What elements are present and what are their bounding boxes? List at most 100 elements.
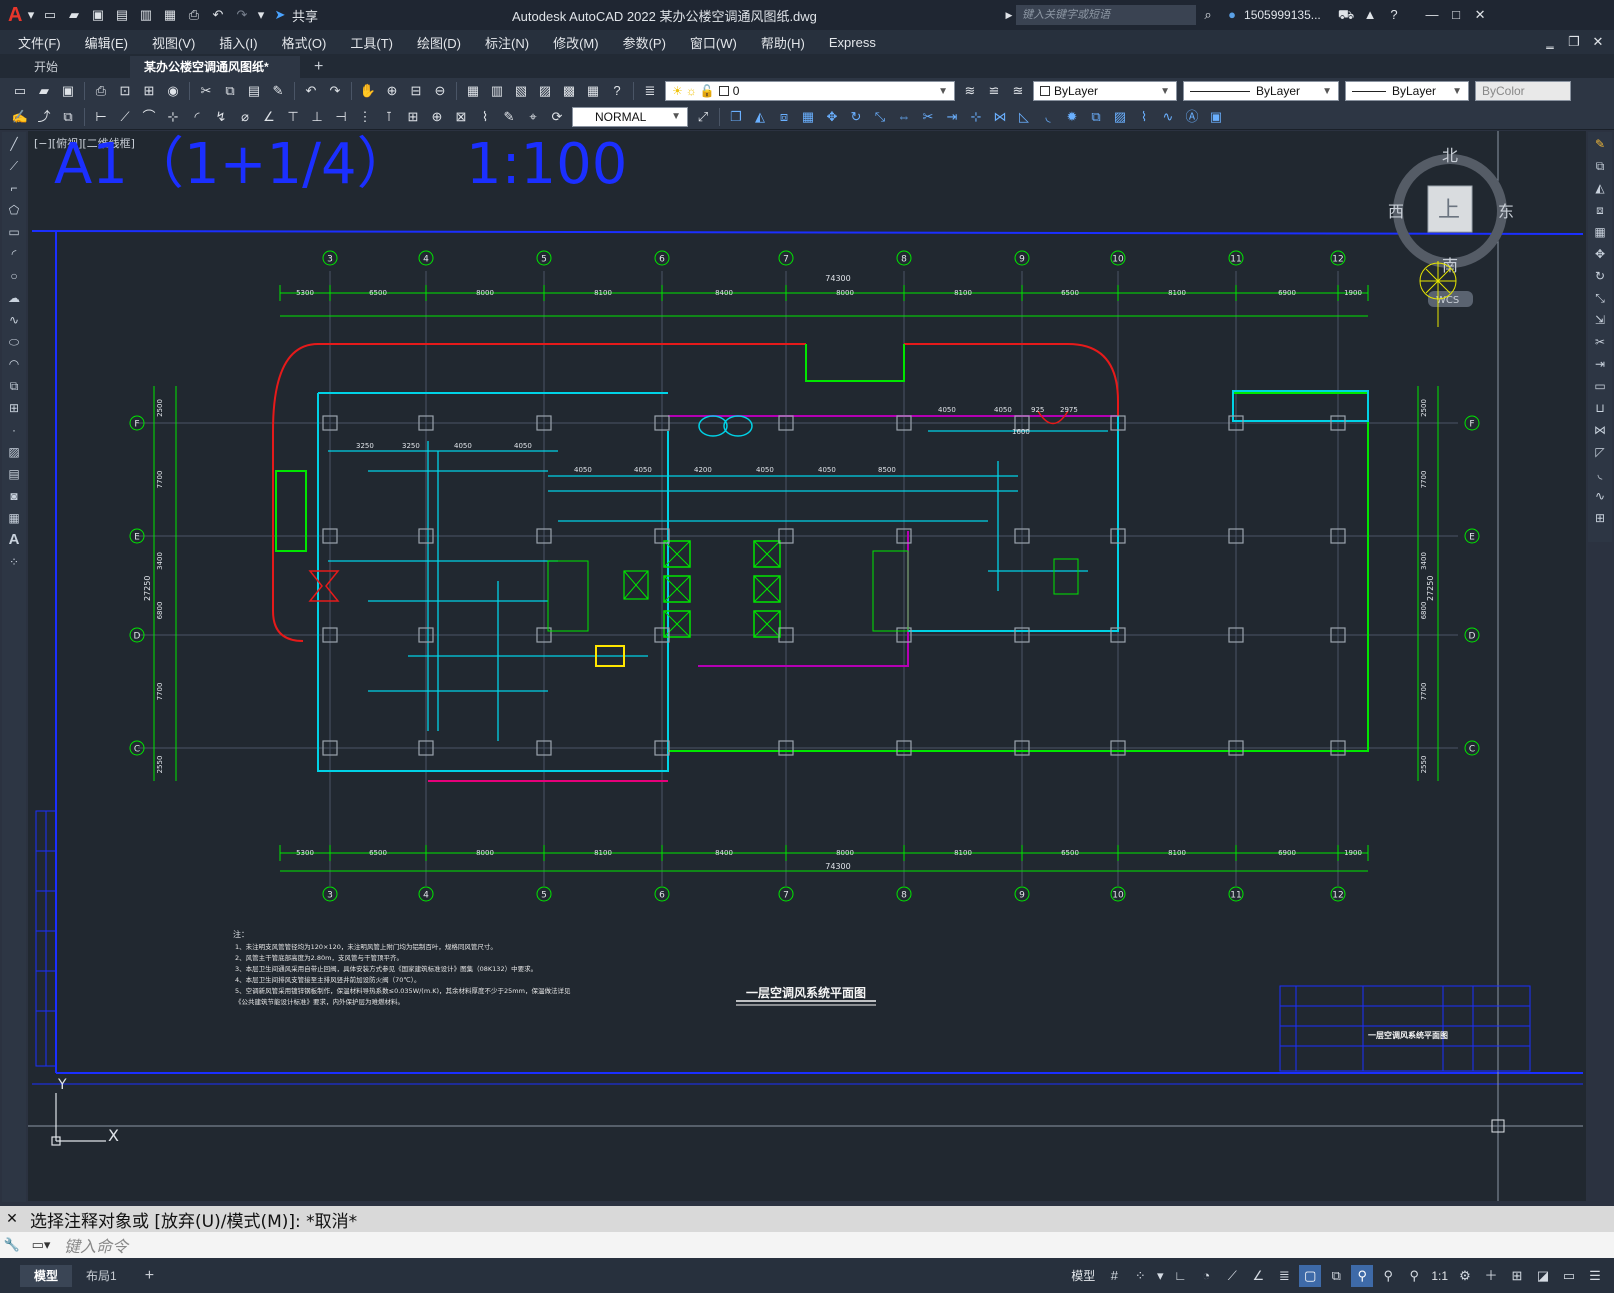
spline-edit-icon[interactable]: ∿ — [1158, 108, 1178, 126]
block-edit-icon[interactable]: ▣ — [1206, 108, 1226, 126]
search-expand-icon[interactable]: ▶ — [1004, 6, 1014, 24]
layer-walk-icon[interactable]: ⧉ — [58, 108, 78, 126]
new-file-icon[interactable]: ▭ — [40, 6, 60, 24]
doc-minimize-icon[interactable]: ‗ — [1540, 33, 1560, 51]
command-line[interactable]: 🔧 ▭▾ 键入命令 — [0, 1232, 1614, 1258]
plot-icon[interactable]: ⎙ — [91, 82, 111, 100]
trim-right-icon[interactable]: ✂ — [1590, 332, 1610, 352]
viewcube-north[interactable]: 北 — [1442, 146, 1458, 165]
mirror-right-icon[interactable]: ◭ — [1590, 178, 1610, 198]
plot-preview-icon[interactable]: ▥ — [136, 6, 156, 24]
maximize-icon[interactable]: □ — [1446, 6, 1466, 24]
snap-mode-icon[interactable]: ⁘ — [1129, 1265, 1151, 1287]
menu-file[interactable]: 文件(F) — [6, 33, 73, 52]
stretch-icon[interactable]: ⇔ — [894, 108, 914, 126]
dim-ordinate-icon[interactable]: ⊹ — [163, 108, 183, 126]
calculator-icon[interactable]: ▦ — [583, 82, 603, 100]
redo-icon[interactable]: ↷ — [232, 6, 252, 24]
model-space-toggle[interactable]: 模型 — [1065, 1267, 1101, 1284]
revcloud-icon[interactable]: ☁ — [4, 288, 24, 308]
zoom-realtime-icon[interactable]: ⊕ — [382, 82, 402, 100]
design-center-icon[interactable]: ▥ — [487, 82, 507, 100]
copy-obj-icon[interactable]: ❐ — [726, 108, 746, 126]
lineweight-display-icon[interactable]: ≣ — [1273, 1265, 1295, 1287]
search-input[interactable]: 键入关键字或短语 — [1016, 5, 1197, 25]
join-icon[interactable]: ⋈ — [990, 108, 1010, 126]
join-right-icon[interactable]: ⋈ — [1590, 420, 1610, 440]
close-window-icon[interactable]: ✕ — [1470, 6, 1490, 24]
dim-jogged-icon[interactable]: ↯ — [211, 108, 231, 126]
explode-icon[interactable]: ✹ — [1062, 108, 1082, 126]
menu-dimension[interactable]: 标注(N) — [473, 33, 541, 52]
trim-icon[interactable]: ✂ — [918, 108, 938, 126]
match-properties-icon[interactable]: ✎ — [268, 82, 288, 100]
dim-continue-icon[interactable]: ⊣ — [331, 108, 351, 126]
fillet-icon[interactable]: ◟ — [1038, 108, 1058, 126]
construction-line-icon[interactable]: ⟋ — [4, 156, 24, 176]
qleader-icon[interactable]: ✍ — [10, 108, 30, 126]
array-icon[interactable]: ▦ — [798, 108, 818, 126]
qnew-icon[interactable]: ▭ — [10, 82, 30, 100]
polyline-icon[interactable]: ⌐ — [4, 178, 24, 198]
clean-screen-icon[interactable]: ▭ — [1558, 1265, 1580, 1287]
layout-tab-layout1[interactable]: 布局1 — [72, 1265, 131, 1287]
print-icon[interactable]: ⎙ — [184, 6, 204, 24]
extend-right-icon[interactable]: ⇥ — [1590, 354, 1610, 374]
properties-icon[interactable]: ▦ — [463, 82, 483, 100]
fillet-right-icon[interactable]: ◟ — [1590, 464, 1610, 484]
move-icon[interactable]: ✥ — [822, 108, 842, 126]
spline-icon[interactable]: ∿ — [4, 310, 24, 330]
dim-baseline-icon[interactable]: ⊥ — [307, 108, 327, 126]
add-layout-button[interactable]: + — [131, 1265, 168, 1287]
layer-dropdown[interactable]: ☀ ☼ 🔓 0 ▼ — [665, 81, 955, 101]
lineweight-dropdown[interactable]: ByLayer ▼ — [1345, 81, 1469, 101]
rotate-right-icon[interactable]: ↻ — [1590, 266, 1610, 286]
menu-modify[interactable]: 修改(M) — [541, 33, 611, 52]
layer-previous-icon[interactable]: ≌ — [984, 82, 1004, 100]
open-folder-icon[interactable]: ▰ — [64, 6, 84, 24]
open-icon[interactable]: ▰ — [34, 82, 54, 100]
ortho-icon[interactable]: ∟ — [1169, 1265, 1191, 1287]
make-current-icon[interactable]: ≋ — [960, 82, 980, 100]
hatch-icon[interactable]: ▨ — [4, 442, 24, 462]
dimstyle-dropdown[interactable]: NORMAL ▼ — [572, 106, 688, 127]
menu-window[interactable]: 窗口(W) — [678, 33, 749, 52]
extend-icon[interactable]: ⇥ — [942, 108, 962, 126]
erase-icon[interactable]: ✎ — [1590, 134, 1610, 154]
doc-close-icon[interactable]: ✕ — [1588, 33, 1608, 51]
dim-break-icon[interactable]: ⊺ — [379, 108, 399, 126]
dim-radius-icon[interactable]: ◜ — [187, 108, 207, 126]
arc-icon[interactable]: ◜ — [4, 244, 24, 264]
viewcube[interactable]: 上 北 南 西 东 WCS — [1388, 146, 1514, 307]
linetype-dropdown[interactable]: ByLayer ▼ — [1183, 81, 1339, 101]
markup-icon[interactable]: ▩ — [559, 82, 579, 100]
customize-status-icon[interactable]: ☰ — [1584, 1265, 1606, 1287]
help-toolbar-icon[interactable]: ? — [607, 82, 627, 100]
break-right-icon[interactable]: ⊔ — [1590, 398, 1610, 418]
tool-palettes-icon[interactable]: ▧ — [511, 82, 531, 100]
app-logo[interactable]: A — [8, 4, 24, 27]
save-icon[interactable]: ▣ — [88, 6, 108, 24]
close-cmd-icon[interactable]: ✕ — [2, 1210, 22, 1228]
circle-icon[interactable]: ○ — [4, 266, 24, 286]
annotation-scale-value[interactable]: 1:1 — [1427, 1269, 1452, 1283]
dim-text-edit-icon[interactable]: ⌖ — [523, 108, 543, 126]
menu-insert[interactable]: 插入(I) — [207, 33, 269, 52]
dimstyle-manager-icon[interactable]: ⤢ — [693, 108, 713, 126]
make-block-icon[interactable]: ⊞ — [4, 398, 24, 418]
tab-document[interactable]: 某办公楼空调通风图纸* × — [130, 56, 300, 96]
menu-parametric[interactable]: 参数(P) — [611, 33, 678, 52]
paste-icon[interactable]: ▤ — [244, 82, 264, 100]
dim-linear-icon[interactable]: ⊢ — [91, 108, 111, 126]
undo-toolbar-icon[interactable]: ↶ — [301, 82, 321, 100]
chamfer-icon[interactable]: ◺ — [1014, 108, 1034, 126]
pan-icon[interactable]: ✋ — [358, 82, 378, 100]
dim-update-icon[interactable]: ⟳ — [547, 108, 567, 126]
snap-dropdown-icon[interactable]: ▾ — [1155, 1265, 1165, 1287]
annotation-scale-icon[interactable]: ⚲ — [1403, 1265, 1425, 1287]
viewcube-east[interactable]: 东 — [1498, 202, 1514, 221]
rotate-icon[interactable]: ↻ — [846, 108, 866, 126]
sheet-set-icon[interactable]: ▨ — [535, 82, 555, 100]
stretch-right-icon[interactable]: ⇲ — [1590, 310, 1610, 330]
hatch-edit-icon[interactable]: ▨ — [1110, 108, 1130, 126]
